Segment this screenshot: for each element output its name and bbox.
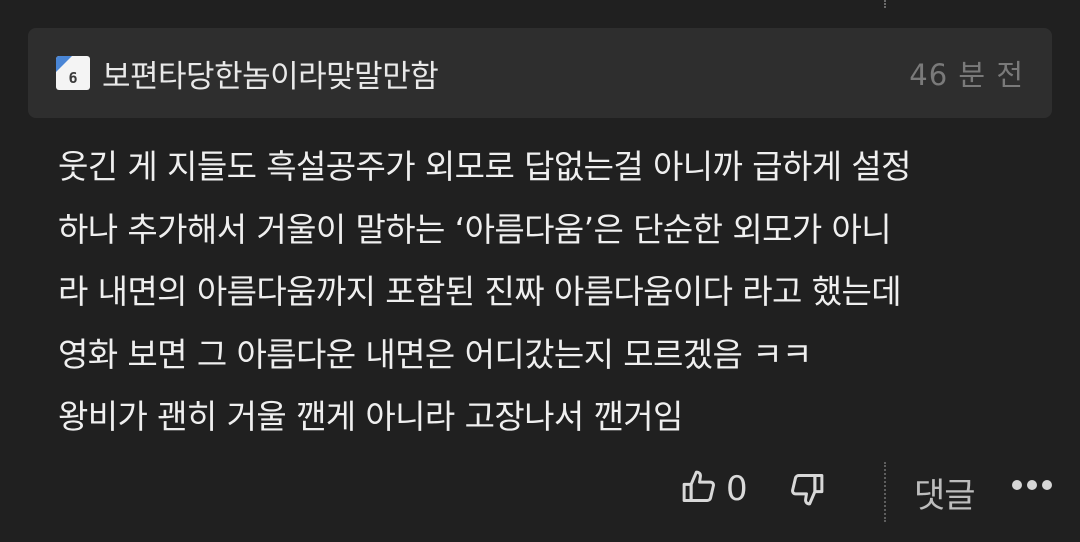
- comment-actions: 0 댓글: [0, 460, 1080, 524]
- comment-line: 웃긴 게 지들도 흑설공주가 외모로 답없는걸 아니까 급하게 설정: [58, 147, 911, 186]
- thumbs-up-icon: [678, 466, 720, 512]
- like-button[interactable]: 0: [678, 466, 748, 512]
- comment-line: 라 내면의 아름다움까지 포함된 진짜 아름다움이다 라고 했는데: [58, 272, 902, 311]
- comment-line: 하나 추가해서 거울이 말하는 ‘아름다움’은 단순한 외모가 아니: [58, 209, 892, 249]
- level-badge-icon: 6: [56, 56, 90, 90]
- dislike-button[interactable]: [786, 468, 828, 514]
- comment-header: 6 보편타당한놈이라맞말만함 46 분 전: [28, 28, 1052, 118]
- comment-time: 46 분 전: [909, 58, 1024, 92]
- more-dots-icon[interactable]: [1012, 480, 1052, 490]
- action-divider: [884, 462, 886, 522]
- level-badge-number: 6: [68, 69, 78, 87]
- comment-author[interactable]: 보편타당한놈이라맞말만함: [102, 51, 439, 96]
- comment-line: 영화 보면 그 아름다운 내면은 어디갔는지 모르겠음 ㅋㅋ: [58, 334, 812, 374]
- like-count: 0: [726, 469, 748, 509]
- comment-body: 웃긴 게 지들도 흑설공주가 외모로 답없는걸 아니까 급하게 설정 하나 추가…: [58, 136, 1048, 449]
- thumbs-down-icon: [786, 474, 828, 514]
- comment-line: 왕비가 괜히 거울 깬게 아니라 고장나서 깬거임: [58, 397, 683, 436]
- reply-button[interactable]: 댓글: [914, 468, 976, 517]
- top-divider: [884, 0, 886, 8]
